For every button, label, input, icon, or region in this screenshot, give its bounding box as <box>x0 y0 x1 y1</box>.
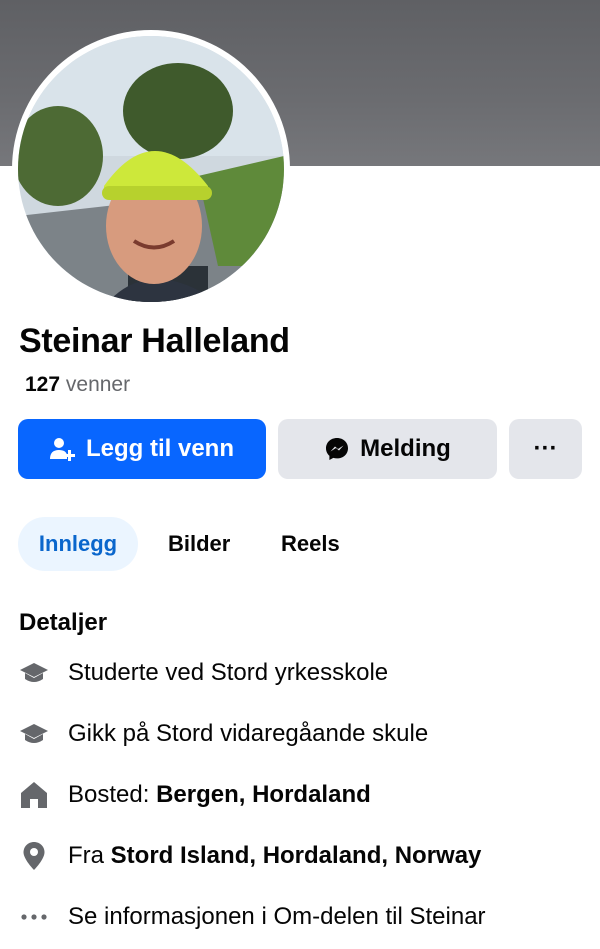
about-link-text[interactable]: Se informasjonen i Om-delen til Steinar <box>68 903 486 931</box>
detail-row-hometown: Fra Stord Island, Hordaland, Norway <box>0 836 600 876</box>
detail-row-about-link[interactable]: Se informasjonen i Om-delen til Steinar <box>0 897 600 937</box>
profile-name: Steinar Halleland <box>19 322 290 360</box>
detail-text-hometown: Fra Stord Island, Hordaland, Norway <box>68 842 481 870</box>
residence-prefix: Bosted: <box>68 781 157 808</box>
tab-posts[interactable]: Innlegg <box>18 517 138 571</box>
graduation-cap-icon <box>20 724 48 743</box>
details-heading: Detaljer <box>19 609 108 636</box>
more-options-label: ··· <box>533 435 558 462</box>
tab-photos[interactable]: Bilder <box>168 517 230 571</box>
message-label: Melding <box>360 435 451 462</box>
detail-text-education-1: Studerte ved Stord yrkesskole <box>68 659 389 686</box>
location-pin-icon <box>23 842 45 870</box>
residence-value[interactable]: Bergen, Hordaland <box>156 781 371 808</box>
home-icon <box>21 782 47 808</box>
messenger-icon <box>326 438 349 460</box>
add-friend-button[interactable]: Legg til venn <box>18 419 266 479</box>
detail-row-residence: Bosted: Bergen, Hordaland <box>0 775 600 815</box>
friends-count[interactable]: 127 venner <box>25 373 130 397</box>
tab-reels[interactable]: Reels <box>281 517 340 571</box>
graduation-cap-icon <box>20 663 48 682</box>
friends-count-number: 127 <box>25 373 61 396</box>
detail-text-education-2: Gikk på Stord vidaregåande skule <box>68 720 429 747</box>
friends-count-label: venner <box>65 373 131 396</box>
hometown-prefix: Fra <box>68 842 111 869</box>
detail-text-residence: Bosted: Bergen, Hordaland <box>68 781 371 809</box>
profile-avatar[interactable] <box>18 36 284 302</box>
more-options-button[interactable]: ··· <box>509 419 582 479</box>
hometown-value[interactable]: Stord Island, Hordaland, Norway <box>111 842 482 869</box>
message-button[interactable]: Melding <box>278 419 497 479</box>
detail-row-education-2: Gikk på Stord vidaregåande skule <box>0 714 600 754</box>
detail-row-education-1: Studerte ved Stord yrkesskole <box>0 653 600 693</box>
add-friend-label: Legg til venn <box>85 435 234 462</box>
add-person-icon <box>49 438 75 461</box>
more-dots-icon <box>21 914 47 920</box>
